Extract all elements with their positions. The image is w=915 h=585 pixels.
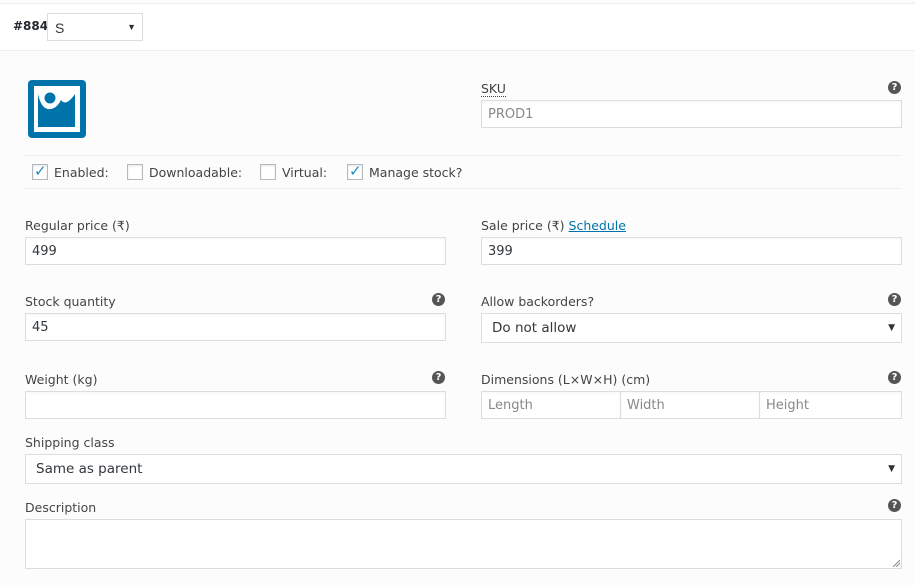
sale-price-label-wrap: Sale price (₹) Schedule bbox=[481, 218, 626, 233]
description-label: Description bbox=[25, 500, 97, 515]
backorders-label: Allow backorders? bbox=[481, 294, 595, 309]
stock-quantity-label: Stock quantity bbox=[25, 294, 116, 309]
enabled-checkbox[interactable]: ✓ Enabled: bbox=[32, 162, 109, 180]
chevron-down-icon: ▼ bbox=[888, 323, 895, 333]
regular-price-input[interactable]: 499 bbox=[25, 237, 446, 265]
downloadable-label: Downloadable: bbox=[149, 164, 243, 180]
manage-stock-label: Manage stock? bbox=[369, 164, 463, 180]
weight-label: Weight (kg) bbox=[25, 372, 98, 387]
sku-label: SKU bbox=[481, 81, 506, 97]
variation-image-upload[interactable] bbox=[28, 80, 86, 138]
resize-handle-icon[interactable] bbox=[892, 559, 900, 567]
variation-options: ✓ Enabled: Downloadable: Virtual: ✓ Mana… bbox=[25, 155, 901, 189]
backorders-select[interactable]: Do not allow ▼ bbox=[481, 313, 902, 343]
manage-stock-checkbox[interactable]: ✓ Manage stock? bbox=[347, 162, 463, 180]
weight-input[interactable] bbox=[25, 391, 446, 419]
image-placeholder-icon bbox=[28, 80, 86, 138]
dimensions-label: Dimensions (L×W×H) (cm) bbox=[481, 372, 651, 387]
description-textarea[interactable] bbox=[25, 519, 902, 569]
shipping-class-value: Same as parent bbox=[36, 461, 143, 477]
variation-attribute-select[interactable]: S ▼ bbox=[47, 13, 143, 41]
width-input[interactable]: Width bbox=[620, 391, 760, 419]
variation-attribute-value: S bbox=[55, 20, 65, 36]
help-icon[interactable]: ? bbox=[888, 293, 901, 306]
shipping-class-label: Shipping class bbox=[25, 435, 115, 450]
variation-id: #884 bbox=[13, 19, 49, 33]
checkbox[interactable] bbox=[260, 164, 276, 180]
help-icon[interactable]: ? bbox=[888, 499, 901, 512]
sku-input[interactable]: PROD1 bbox=[481, 100, 902, 128]
help-icon[interactable]: ? bbox=[432, 371, 445, 384]
enabled-label: Enabled: bbox=[54, 164, 109, 180]
checkmark-icon: ✓ bbox=[34, 162, 47, 180]
help-icon[interactable]: ? bbox=[432, 293, 445, 306]
variation-header: #884 S ▼ bbox=[0, 4, 915, 51]
help-icon[interactable]: ? bbox=[888, 81, 901, 94]
schedule-link[interactable]: Schedule bbox=[569, 218, 626, 233]
chevron-down-icon: ▼ bbox=[888, 464, 895, 474]
length-input[interactable]: Length bbox=[481, 391, 621, 419]
sale-price-input[interactable]: 399 bbox=[481, 237, 902, 265]
shipping-class-select[interactable]: Same as parent ▼ bbox=[25, 454, 902, 484]
sale-price-label: Sale price (₹) bbox=[481, 218, 565, 233]
checkbox[interactable]: ✓ bbox=[347, 162, 363, 180]
checkbox[interactable]: ✓ bbox=[32, 162, 48, 180]
downloadable-checkbox[interactable]: Downloadable: bbox=[127, 164, 242, 180]
virtual-checkbox[interactable]: Virtual: bbox=[260, 164, 327, 180]
virtual-label: Virtual: bbox=[282, 164, 328, 180]
chevron-down-icon: ▼ bbox=[127, 22, 136, 32]
regular-price-label: Regular price (₹) bbox=[25, 218, 130, 233]
stock-quantity-input[interactable]: 45 bbox=[25, 313, 446, 341]
backorders-value: Do not allow bbox=[492, 320, 577, 336]
help-icon[interactable]: ? bbox=[888, 371, 901, 384]
checkbox[interactable] bbox=[127, 164, 143, 180]
height-input[interactable]: Height bbox=[759, 391, 902, 419]
checkmark-icon: ✓ bbox=[349, 162, 362, 180]
